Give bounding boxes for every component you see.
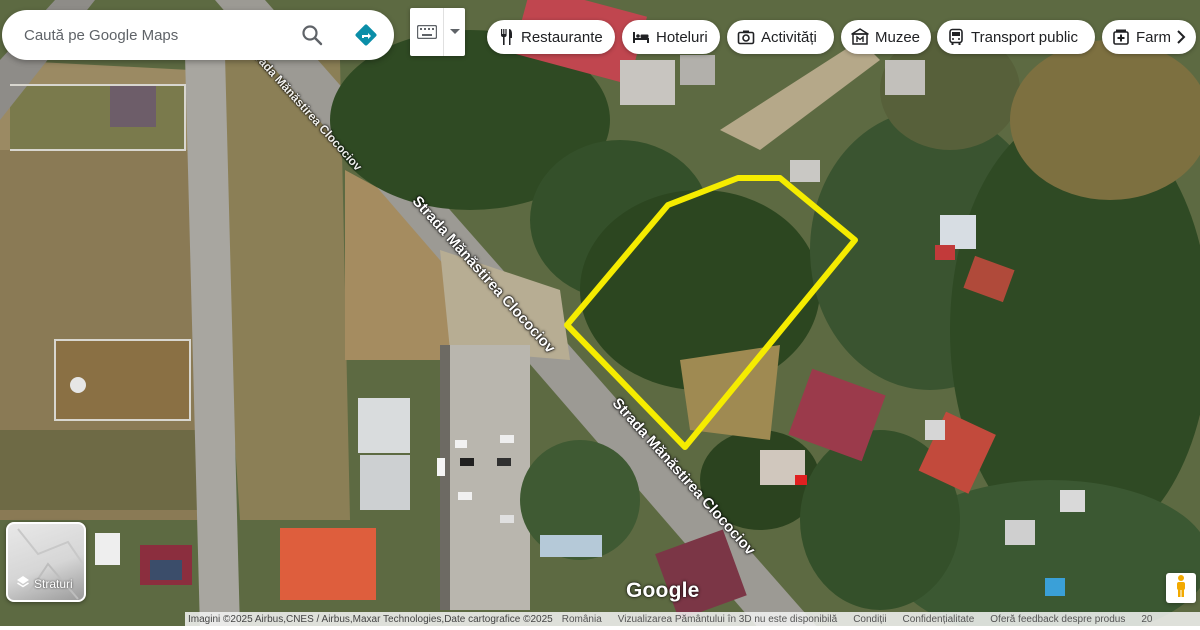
attribution-text: Imagini ©2025 Airbus,CNES / Airbus,Maxar… — [188, 613, 553, 625]
chevron-down-icon[interactable] — [444, 8, 465, 56]
chip-hoteluri[interactable]: Hoteluri — [622, 20, 720, 54]
chevron-right-icon[interactable] — [1165, 20, 1197, 54]
chip-label: Activități — [761, 28, 817, 46]
bottom-strip — [0, 626, 1200, 630]
terms-link[interactable]: Condiții — [847, 614, 896, 625]
chip-restaurante[interactable]: Restaurante — [487, 20, 615, 54]
chip-muzee[interactable]: Muzee — [841, 20, 931, 54]
keyboard-icon[interactable] — [410, 8, 444, 56]
keyboard-button[interactable] — [410, 8, 465, 56]
satellite-map[interactable]: Strada Mănăstirea Clocociov Strada Mănăs… — [0, 0, 1200, 630]
chip-activitati[interactable]: Activități — [727, 20, 834, 54]
chip-label: Transport public — [971, 28, 1078, 46]
search-input[interactable] — [24, 26, 284, 44]
privacy-link[interactable]: Confidențialitate — [897, 614, 985, 625]
search-box — [2, 10, 394, 60]
directions-icon[interactable] — [354, 23, 378, 47]
country-link[interactable]: România — [556, 614, 612, 625]
pharmacy-icon — [1112, 28, 1130, 46]
museum-icon — [851, 28, 869, 46]
layers-button[interactable]: Straturi — [6, 522, 86, 602]
pegman-button[interactable] — [1166, 573, 1196, 603]
chip-transport-public[interactable]: Transport public — [937, 20, 1095, 54]
bus-icon — [947, 28, 965, 46]
layers-label: Straturi — [34, 576, 73, 591]
chip-label: Muzee — [875, 28, 921, 46]
camera-icon — [737, 28, 755, 46]
fork-knife-icon — [497, 28, 515, 46]
feedback-link[interactable]: Oferă feedback despre produs — [984, 614, 1135, 625]
layers-icon — [16, 575, 30, 592]
google-logo: Google — [626, 579, 700, 602]
3d-notice: Vizualizarea Pământului în 3D nu este di… — [617, 613, 838, 625]
bed-icon — [632, 28, 650, 46]
chip-label: Hoteluri — [656, 28, 708, 46]
chip-label: Restaurante — [521, 28, 603, 46]
search-icon[interactable] — [300, 23, 324, 47]
scale-label[interactable]: 20 — [1135, 614, 1162, 625]
attribution-bar: Imagini ©2025 Airbus,CNES / Airbus,Maxar… — [185, 612, 1200, 626]
pegman-icon — [1174, 574, 1188, 603]
